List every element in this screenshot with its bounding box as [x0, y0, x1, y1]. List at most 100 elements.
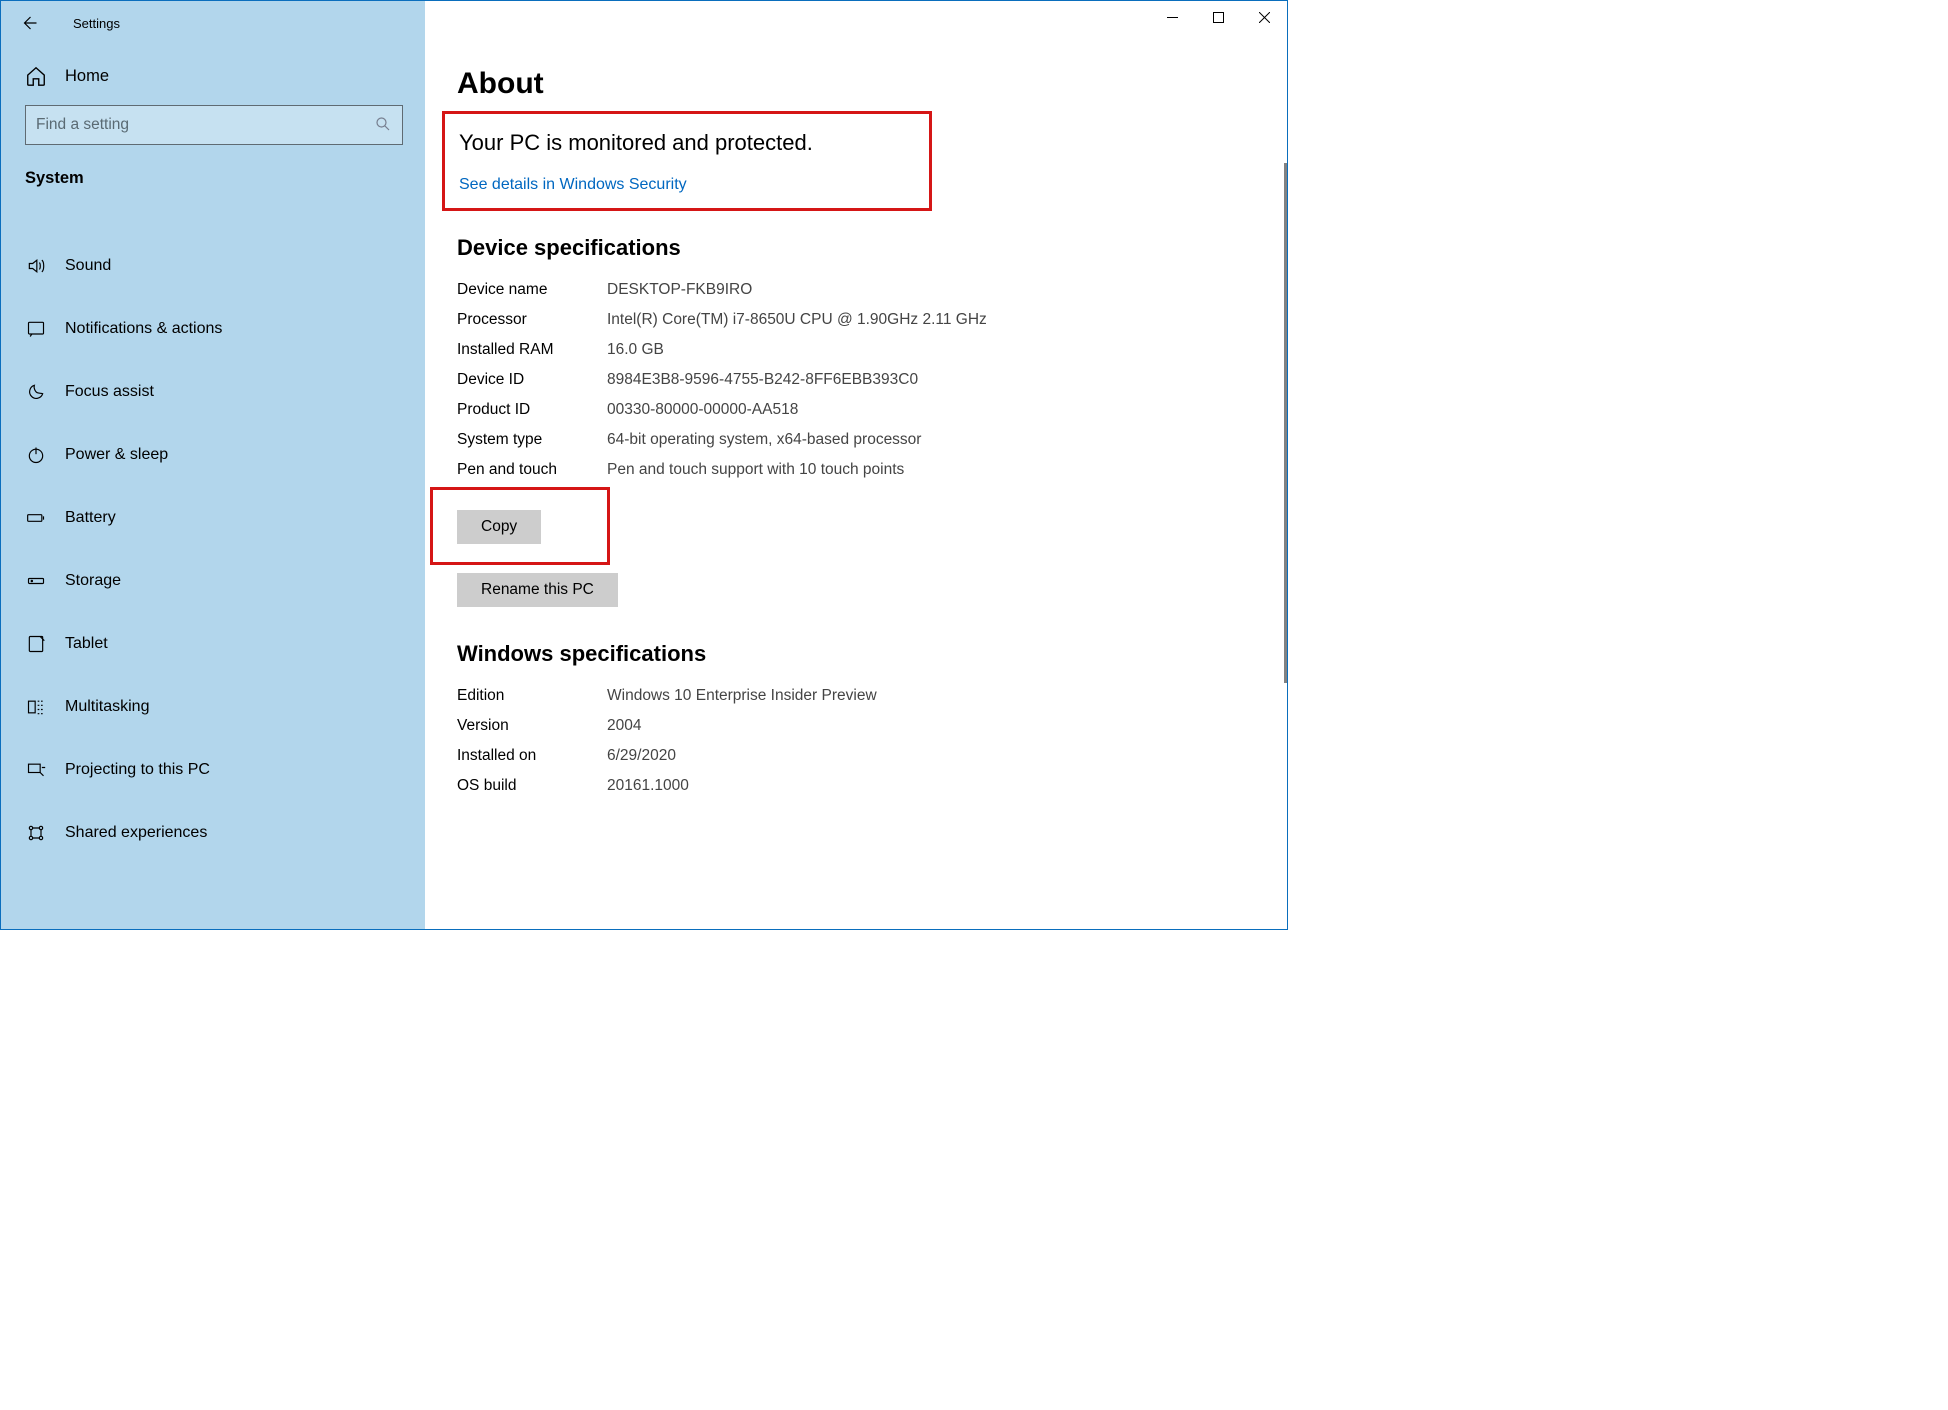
sidebar-item-label: Multitasking: [65, 698, 149, 716]
tablet-icon: [25, 634, 47, 654]
spec-value: Intel(R) Core(TM) i7-8650U CPU @ 1.90GHz…: [607, 311, 987, 329]
spec-label: System type: [457, 431, 607, 449]
sidebar-item-focus-assist[interactable]: Focus assist: [1, 360, 425, 423]
spec-label: Device name: [457, 281, 607, 299]
close-icon: [1259, 12, 1270, 23]
sidebar-item-label: Sound: [65, 257, 111, 275]
windows-specifications-table: Edition Windows 10 Enterprise Insider Pr…: [457, 681, 1267, 801]
maximize-button[interactable]: [1195, 1, 1241, 33]
spec-label: Version: [457, 717, 607, 735]
home-icon: [25, 65, 47, 87]
spec-value: DESKTOP-FKB9IRO: [607, 281, 752, 299]
search-box[interactable]: [25, 105, 403, 145]
spec-label: Device ID: [457, 371, 607, 389]
copy-highlight-box: Copy: [430, 487, 610, 565]
spec-row: Edition Windows 10 Enterprise Insider Pr…: [457, 681, 1267, 711]
power-sleep-icon: [25, 445, 47, 465]
protection-highlight-box: Your PC is monitored and protected. See …: [442, 111, 932, 211]
close-button[interactable]: [1241, 1, 1287, 33]
spec-row: Device ID 8984E3B8-9596-4755-B242-8FF6EB…: [457, 365, 1267, 395]
sidebar-item-projecting[interactable]: Projecting to this PC: [1, 738, 425, 801]
storage-icon: [25, 571, 47, 591]
windows-security-link[interactable]: See details in Windows Security: [459, 176, 687, 193]
window-title: Settings: [73, 16, 120, 31]
back-button[interactable]: [15, 9, 43, 37]
sidebar-section-label: System: [1, 163, 425, 200]
spec-row: Product ID 00330-80000-00000-AA518: [457, 395, 1267, 425]
spec-label: Processor: [457, 311, 607, 329]
sidebar-item-battery[interactable]: Battery: [1, 486, 425, 549]
spec-value: 6/29/2020: [607, 747, 676, 765]
device-specifications-table: Device name DESKTOP-FKB9IRO Processor In…: [457, 275, 1267, 485]
search-input[interactable]: [36, 116, 374, 134]
sidebar-item-multitasking[interactable]: Multitasking: [1, 675, 425, 738]
protection-status: Your PC is monitored and protected.: [459, 130, 919, 156]
spec-value: 00330-80000-00000-AA518: [607, 401, 798, 419]
titlebar-right: [425, 1, 1287, 45]
sidebar-item-sound[interactable]: Sound: [1, 234, 425, 297]
page-title: About: [457, 67, 1267, 101]
sidebar-item-label: Storage: [65, 572, 121, 590]
sidebar: Home System Sound: [1, 45, 425, 929]
spec-value: 64-bit operating system, x64-based proce…: [607, 431, 921, 449]
device-specifications-heading: Device specifications: [457, 235, 1267, 261]
sidebar-item-label: Projecting to this PC: [65, 761, 210, 779]
titlebar-left: Settings: [1, 1, 425, 45]
search-wrap: [1, 105, 425, 145]
sidebar-nav-items: Sound Notifications & actions Focus assi…: [1, 200, 425, 864]
spec-label: Installed on: [457, 747, 607, 765]
scrollbar[interactable]: [1284, 163, 1287, 683]
projecting-icon: [25, 760, 47, 780]
spec-row: Installed on 6/29/2020: [457, 741, 1267, 771]
spec-row: Processor Intel(R) Core(TM) i7-8650U CPU…: [457, 305, 1267, 335]
spec-value: Windows 10 Enterprise Insider Preview: [607, 687, 877, 705]
titlebar: Settings: [1, 1, 1287, 45]
spec-row: Device name DESKTOP-FKB9IRO: [457, 275, 1267, 305]
settings-window: Settings Home: [0, 0, 1288, 930]
spec-row: Version 2004: [457, 711, 1267, 741]
sidebar-item-storage[interactable]: Storage: [1, 549, 425, 612]
sound-icon: [25, 256, 47, 276]
sidebar-item-notifications[interactable]: Notifications & actions: [1, 297, 425, 360]
minimize-icon: [1167, 12, 1178, 23]
spec-value: 2004: [607, 717, 641, 735]
spec-value: 20161.1000: [607, 777, 689, 795]
spec-value: 16.0 GB: [607, 341, 664, 359]
spec-row: Pen and touch Pen and touch support with…: [457, 455, 1267, 485]
spec-label: OS build: [457, 777, 607, 795]
back-arrow-icon: [20, 14, 38, 32]
spec-label: Edition: [457, 687, 607, 705]
spec-value: Pen and touch support with 10 touch poin…: [607, 461, 904, 479]
sidebar-item-tablet[interactable]: Tablet: [1, 612, 425, 675]
home-label: Home: [65, 67, 109, 86]
spec-label: Product ID: [457, 401, 607, 419]
spec-row: OS build 20161.1000: [457, 771, 1267, 801]
sidebar-home[interactable]: Home: [1, 53, 425, 99]
minimize-button[interactable]: [1149, 1, 1195, 33]
sidebar-item-label: Focus assist: [65, 383, 154, 401]
sidebar-item-label: Tablet: [65, 635, 108, 653]
spec-label: Installed RAM: [457, 341, 607, 359]
multitasking-icon: [25, 697, 47, 717]
main-content: About Your PC is monitored and protected…: [425, 45, 1287, 929]
sidebar-item-label: Shared experiences: [65, 824, 207, 842]
copy-button[interactable]: Copy: [457, 510, 541, 544]
spec-row: Installed RAM 16.0 GB: [457, 335, 1267, 365]
focus-assist-icon: [25, 382, 47, 402]
battery-icon: [25, 508, 47, 528]
spec-value: 8984E3B8-9596-4755-B242-8FF6EBB393C0: [607, 371, 918, 389]
sidebar-item-label: Notifications & actions: [65, 320, 222, 338]
sidebar-item-label: Battery: [65, 509, 116, 527]
maximize-icon: [1213, 12, 1224, 23]
windows-specifications-heading: Windows specifications: [457, 641, 1267, 667]
rename-pc-button[interactable]: Rename this PC: [457, 573, 618, 607]
notifications-icon: [25, 319, 47, 339]
body-area: Home System Sound: [1, 45, 1287, 929]
spec-row: System type 64-bit operating system, x64…: [457, 425, 1267, 455]
search-icon: [374, 115, 392, 136]
sidebar-item-power-sleep[interactable]: Power & sleep: [1, 423, 425, 486]
shared-experiences-icon: [25, 823, 47, 843]
sidebar-item-shared-experiences[interactable]: Shared experiences: [1, 801, 425, 864]
sidebar-item-label: Power & sleep: [65, 446, 168, 464]
spec-label: Pen and touch: [457, 461, 607, 479]
